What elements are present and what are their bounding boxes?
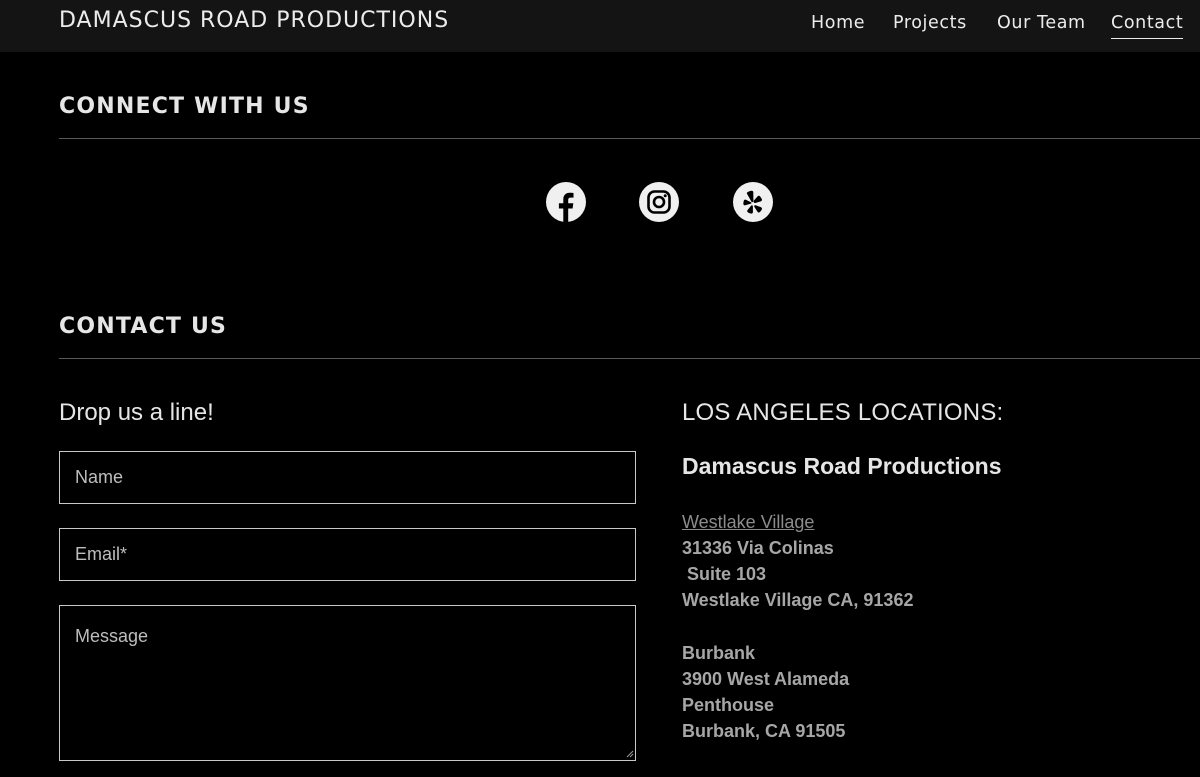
main-nav: Home Projects Our Team Contact [0,10,1200,40]
facebook-icon[interactable] [546,182,586,222]
nav-our-team[interactable]: Our Team [997,10,1086,36]
company-name: Damascus Road Productions [682,453,1002,479]
burbank-address-line1: 3900 West Alameda [682,669,850,689]
site-header: DAMASCUS ROAD PRODUCTIONS Home Projects … [0,0,1200,52]
westlake-village-link[interactable]: Westlake Village [682,509,814,535]
yelp-icon[interactable] [733,182,773,222]
instagram-icon[interactable] [639,182,679,222]
connect-title: CONNECT WITH US [59,94,310,119]
divider [59,138,1200,139]
nav-projects[interactable]: Projects [893,10,967,36]
name-input[interactable] [59,451,636,504]
email-input[interactable] [59,528,636,581]
message-textarea[interactable] [59,605,636,761]
westlake-address-line1: 31336 Via Colinas [682,538,834,558]
form-heading: Drop us a line! [59,399,214,426]
divider [59,358,1200,359]
burbank-name: Burbank [682,643,756,663]
contact-title: CONTACT US [59,314,228,339]
locations-heading: LOS ANGELES LOCATIONS: [682,399,1004,426]
nav-contact[interactable]: Contact [1111,10,1184,39]
burbank-address-line2: Penthouse [682,695,775,715]
nav-home[interactable]: Home [811,10,865,36]
resize-grip-icon[interactable] [626,750,634,758]
westlake-address-line2: Suite 103 [682,564,767,584]
westlake-address-line3: Westlake Village CA, 91362 [682,590,914,610]
burbank-address-line3: Burbank, CA 91505 [682,721,846,741]
